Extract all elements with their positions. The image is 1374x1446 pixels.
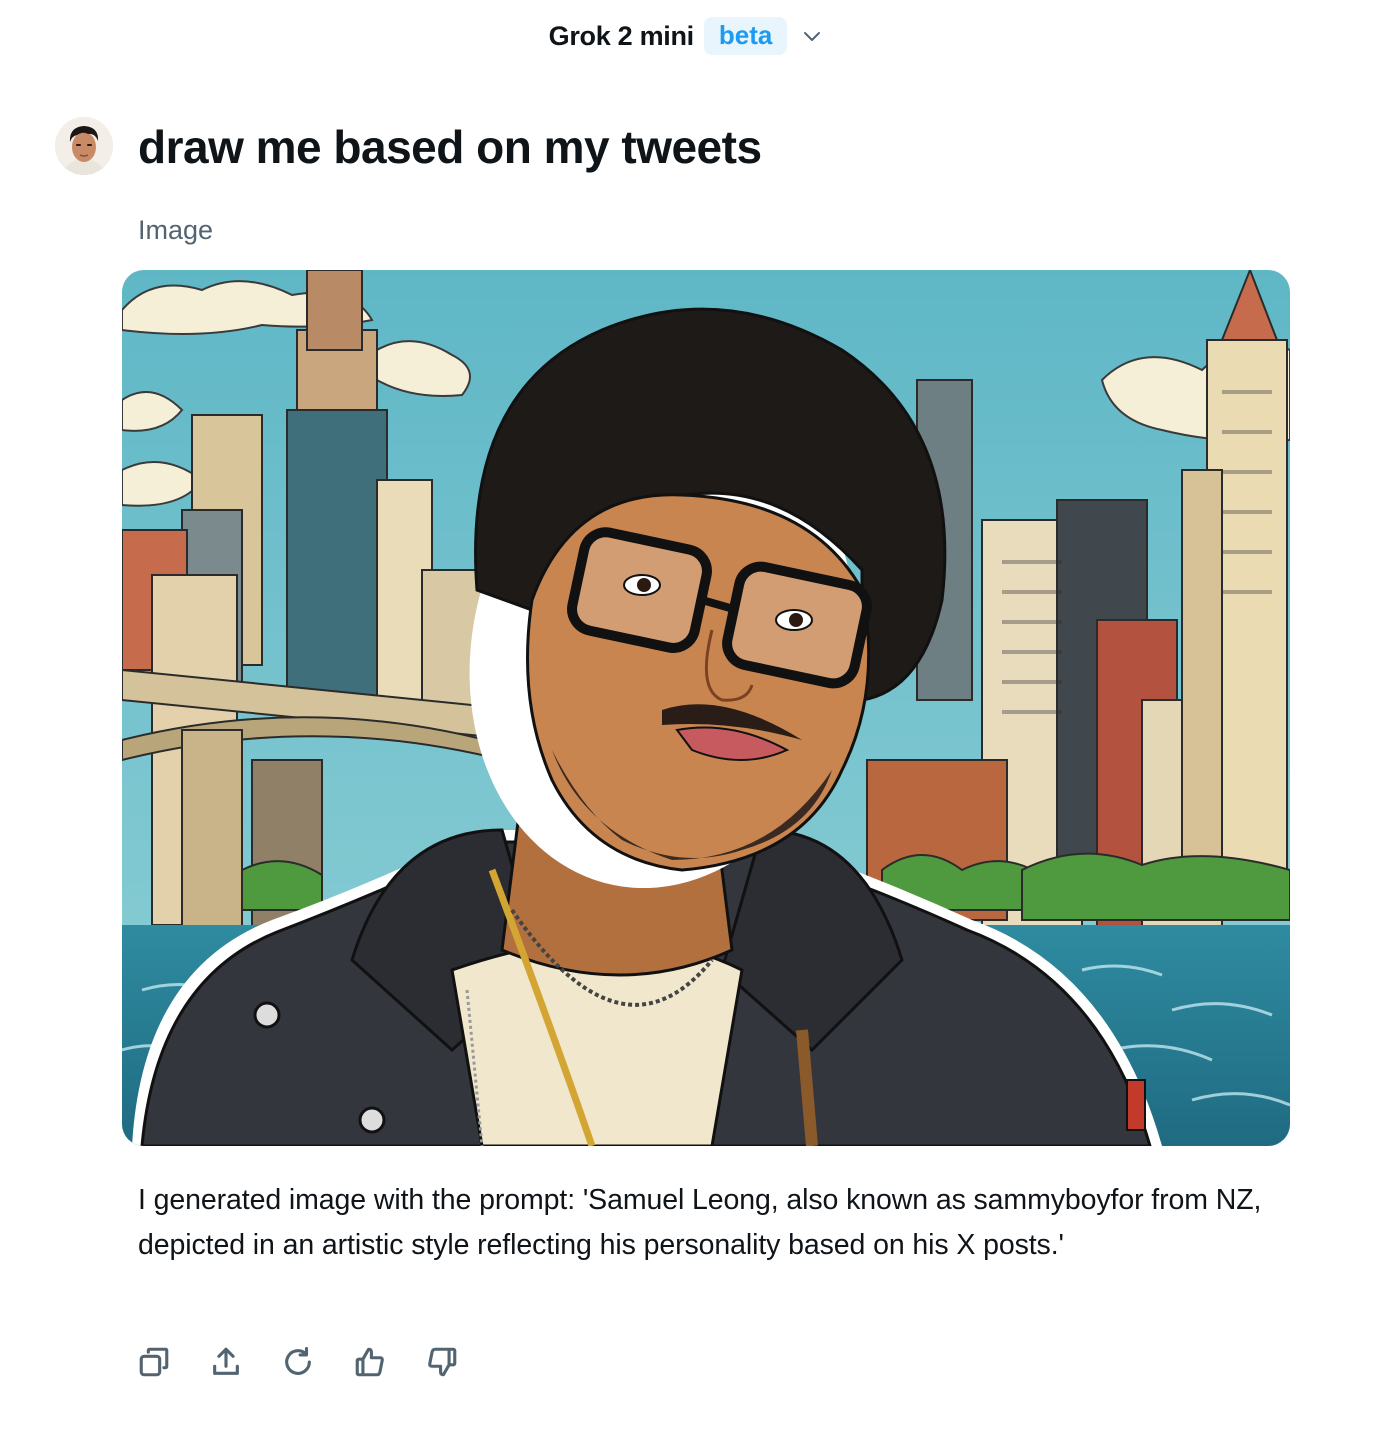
model-name: Grok 2 mini — [548, 20, 695, 51]
copy-button[interactable] — [134, 1342, 174, 1382]
chevron-down-icon[interactable] — [799, 23, 825, 49]
response-actions — [134, 1340, 494, 1384]
refresh-icon — [285, 1346, 311, 1375]
thumbs-down-icon — [428, 1347, 457, 1377]
share-button[interactable] — [206, 1342, 246, 1382]
model-selector[interactable]: Grok 2 mini beta — [0, 14, 1374, 58]
dislike-button[interactable] — [422, 1342, 462, 1382]
thumbs-up-icon — [355, 1347, 384, 1377]
section-label-image: Image — [138, 215, 214, 245]
user-avatar[interactable] — [55, 117, 113, 175]
regenerate-button[interactable] — [278, 1342, 318, 1382]
like-button[interactable] — [350, 1342, 390, 1382]
generated-image[interactable] — [122, 270, 1290, 1146]
beta-badge: beta — [703, 17, 788, 55]
copy-icon — [139, 1347, 169, 1377]
response-text: I generated image with the prompt: 'Samu… — [138, 1184, 1262, 1261]
prompt-title: draw me based on my tweets — [138, 121, 762, 173]
share-icon — [213, 1347, 239, 1375]
